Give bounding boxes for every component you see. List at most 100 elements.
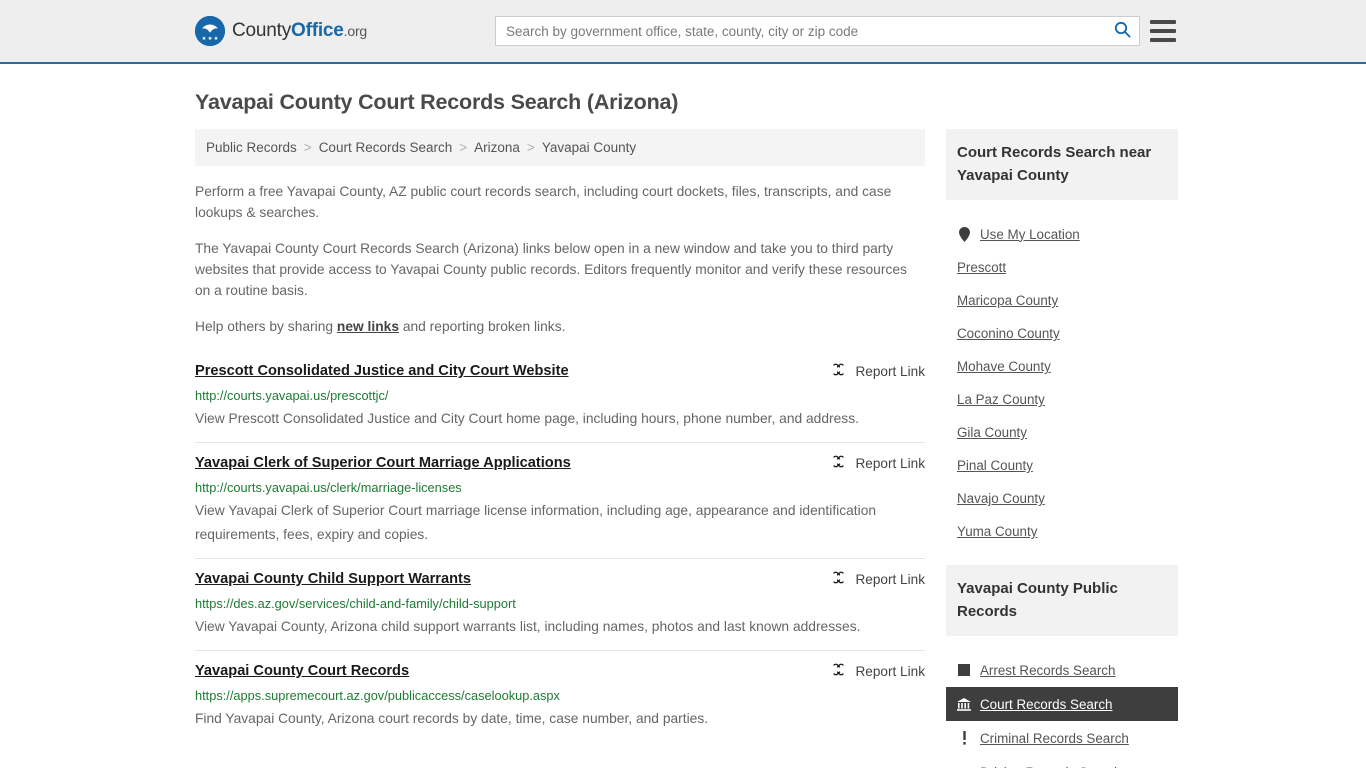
hamburger-bar-1 <box>1150 20 1176 24</box>
result-item: Yavapai County Court Records Report Link… <box>195 650 925 742</box>
intro-paragraph-3: Help others by sharing new links and rep… <box>195 316 925 337</box>
sidebar-nearby-list: Use My Location Prescott Maricopa County… <box>946 200 1178 548</box>
sidebar-item-prescott[interactable]: Prescott <box>946 251 1178 284</box>
sidebar-item-coconino-county[interactable]: Coconino County <box>946 317 1178 350</box>
result-url[interactable]: https://apps.supremecourt.az.gov/publica… <box>195 687 925 704</box>
breadcrumb-separator: > <box>459 140 468 155</box>
report-link-label: Report Link <box>855 571 925 587</box>
new-links-link[interactable]: new links <box>337 319 399 334</box>
result-url[interactable]: http://courts.yavapai.us/clerk/marriage-… <box>195 479 925 496</box>
sidebar-item-mohave-county[interactable]: Mohave County <box>946 350 1178 383</box>
report-link-button[interactable]: Report Link <box>831 661 925 680</box>
sidebar-item-navajo-county[interactable]: Navajo County <box>946 482 1178 515</box>
content-row: Public Records > Court Records Search > … <box>195 129 1178 768</box>
sidebar: Court Records Search near Yavapai County… <box>946 129 1178 768</box>
report-link-label: Report Link <box>855 363 925 379</box>
result-item: Prescott Consolidated Justice and City C… <box>195 357 925 442</box>
broken-link-icon <box>831 454 846 472</box>
breadcrumb-separator: > <box>303 140 312 155</box>
breadcrumb-item-arizona[interactable]: Arizona <box>474 140 520 155</box>
sidebar-item-label: Maricopa County <box>957 293 1059 308</box>
result-header: Yavapai County Child Support Warrants Re… <box>195 569 925 589</box>
sidebar-item-yuma-county[interactable]: Yuma County <box>946 515 1178 548</box>
use-my-location-label: Use My Location <box>980 226 1080 242</box>
report-link-button[interactable]: Report Link <box>831 569 925 588</box>
breadcrumb-item-court-records-search[interactable]: Court Records Search <box>319 140 453 155</box>
sidebar-item-label: Pinal County <box>957 458 1033 473</box>
result-url[interactable]: http://courts.yavapai.us/prescottjc/ <box>195 387 925 404</box>
sidebar-item-label: Mohave County <box>957 359 1051 374</box>
report-link-button[interactable]: Report Link <box>831 453 925 472</box>
result-description: View Yavapai County, Arizona child suppo… <box>195 619 861 634</box>
result-description: View Prescott Consolidated Justice and C… <box>195 411 859 426</box>
intro-paragraph-1: Perform a free Yavapai County, AZ public… <box>195 184 892 220</box>
result-title-link[interactable]: Yavapai County Child Support Warrants <box>195 569 471 589</box>
hamburger-bar-2 <box>1150 29 1176 33</box>
sidebar-item-court-records-search[interactable]: Court Records Search <box>946 687 1178 721</box>
report-link-button[interactable]: Report Link <box>831 361 925 380</box>
sidebar-item-la-paz-county[interactable]: La Paz County <box>946 383 1178 416</box>
sidebar-item-label: Court Records Search <box>980 696 1113 712</box>
sidebar-item-criminal-records-search[interactable]: Criminal Records Search <box>946 721 1178 755</box>
intro-p3-after: and reporting broken links. <box>399 319 566 334</box>
breadcrumb-separator: > <box>526 140 535 155</box>
search-button[interactable] <box>1105 17 1139 45</box>
site-logo-text: CountyOffice.org <box>232 20 367 42</box>
page-title: Yavapai County Court Records Search (Ari… <box>195 90 679 114</box>
logo-text-tld: .org <box>343 23 368 39</box>
logo-text-office: Office <box>291 20 344 41</box>
result-item: Yavapai County Child Support Warrants Re… <box>195 558 925 650</box>
intro-paragraph-2: The Yavapai County Court Records Search … <box>195 241 907 298</box>
broken-link-icon <box>831 662 846 680</box>
breadcrumb-item-public-records[interactable]: Public Records <box>206 140 297 155</box>
result-description: View Yavapai Clerk of Superior Court mar… <box>195 503 877 542</box>
hamburger-menu-icon[interactable] <box>1150 20 1176 42</box>
sidebar-public-records-list: Arrest Records Search Court Records Sear… <box>946 636 1178 768</box>
sidebar-item-pinal-county[interactable]: Pinal County <box>946 449 1178 482</box>
car-icon <box>957 764 971 768</box>
result-title-link[interactable]: Prescott Consolidated Justice and City C… <box>195 361 569 381</box>
handcuffs-icon <box>957 662 971 678</box>
sidebar-item-label: Coconino County <box>957 326 1060 341</box>
result-title-link[interactable]: Yavapai Clerk of Superior Court Marriage… <box>195 453 571 473</box>
search-input[interactable] <box>496 17 1105 45</box>
result-header: Yavapai County Court Records Report Link <box>195 661 925 681</box>
search-bar[interactable] <box>495 16 1140 46</box>
breadcrumb-item-yavapai-county[interactable]: Yavapai County <box>542 140 636 155</box>
result-list: Prescott Consolidated Justice and City C… <box>195 357 925 742</box>
sidebar-item-label: Gila County <box>957 425 1027 440</box>
intro-p3-before: Help others by sharing <box>195 319 337 334</box>
sidebar-public-records-heading: Yavapai County Public Records <box>946 565 1178 636</box>
main-column: Public Records > Court Records Search > … <box>195 129 925 742</box>
sidebar-item-label: La Paz County <box>957 392 1045 407</box>
sidebar-item-driving-records-search[interactable]: Driving Records Search <box>946 755 1178 768</box>
exclamation-icon <box>957 730 971 746</box>
map-pin-icon <box>957 226 971 242</box>
sidebar-item-gila-county[interactable]: Gila County <box>946 416 1178 449</box>
breadcrumb: Public Records > Court Records Search > … <box>195 129 925 166</box>
courthouse-icon <box>957 696 971 712</box>
result-title-link[interactable]: Yavapai County Court Records <box>195 661 409 681</box>
sidebar-item-label: Navajo County <box>957 491 1045 506</box>
logo-text-county: County <box>232 20 292 41</box>
hamburger-bar-3 <box>1150 38 1176 42</box>
county-office-eagle-logo-icon <box>195 16 225 46</box>
result-item: Yavapai Clerk of Superior Court Marriage… <box>195 442 925 558</box>
result-description: Find Yavapai County, Arizona court recor… <box>195 711 709 726</box>
use-my-location-button[interactable]: Use My Location <box>946 217 1178 251</box>
search-icon <box>1114 21 1131 41</box>
sidebar-item-label: Prescott <box>957 260 1007 275</box>
page-container: Yavapai County Court Records Search (Ari… <box>0 90 1366 768</box>
result-url[interactable]: https://des.az.gov/services/child-and-fa… <box>195 595 925 612</box>
site-logo[interactable]: CountyOffice.org <box>195 16 367 46</box>
broken-link-icon <box>831 570 846 588</box>
sidebar-item-arrest-records-search[interactable]: Arrest Records Search <box>946 653 1178 687</box>
sidebar-item-label: Driving Records Search <box>980 765 1121 768</box>
result-header: Yavapai Clerk of Superior Court Marriage… <box>195 453 925 473</box>
sidebar-item-label: Criminal Records Search <box>980 730 1129 746</box>
sidebar-item-maricopa-county[interactable]: Maricopa County <box>946 284 1178 317</box>
sidebar-item-label: Yuma County <box>957 524 1038 539</box>
